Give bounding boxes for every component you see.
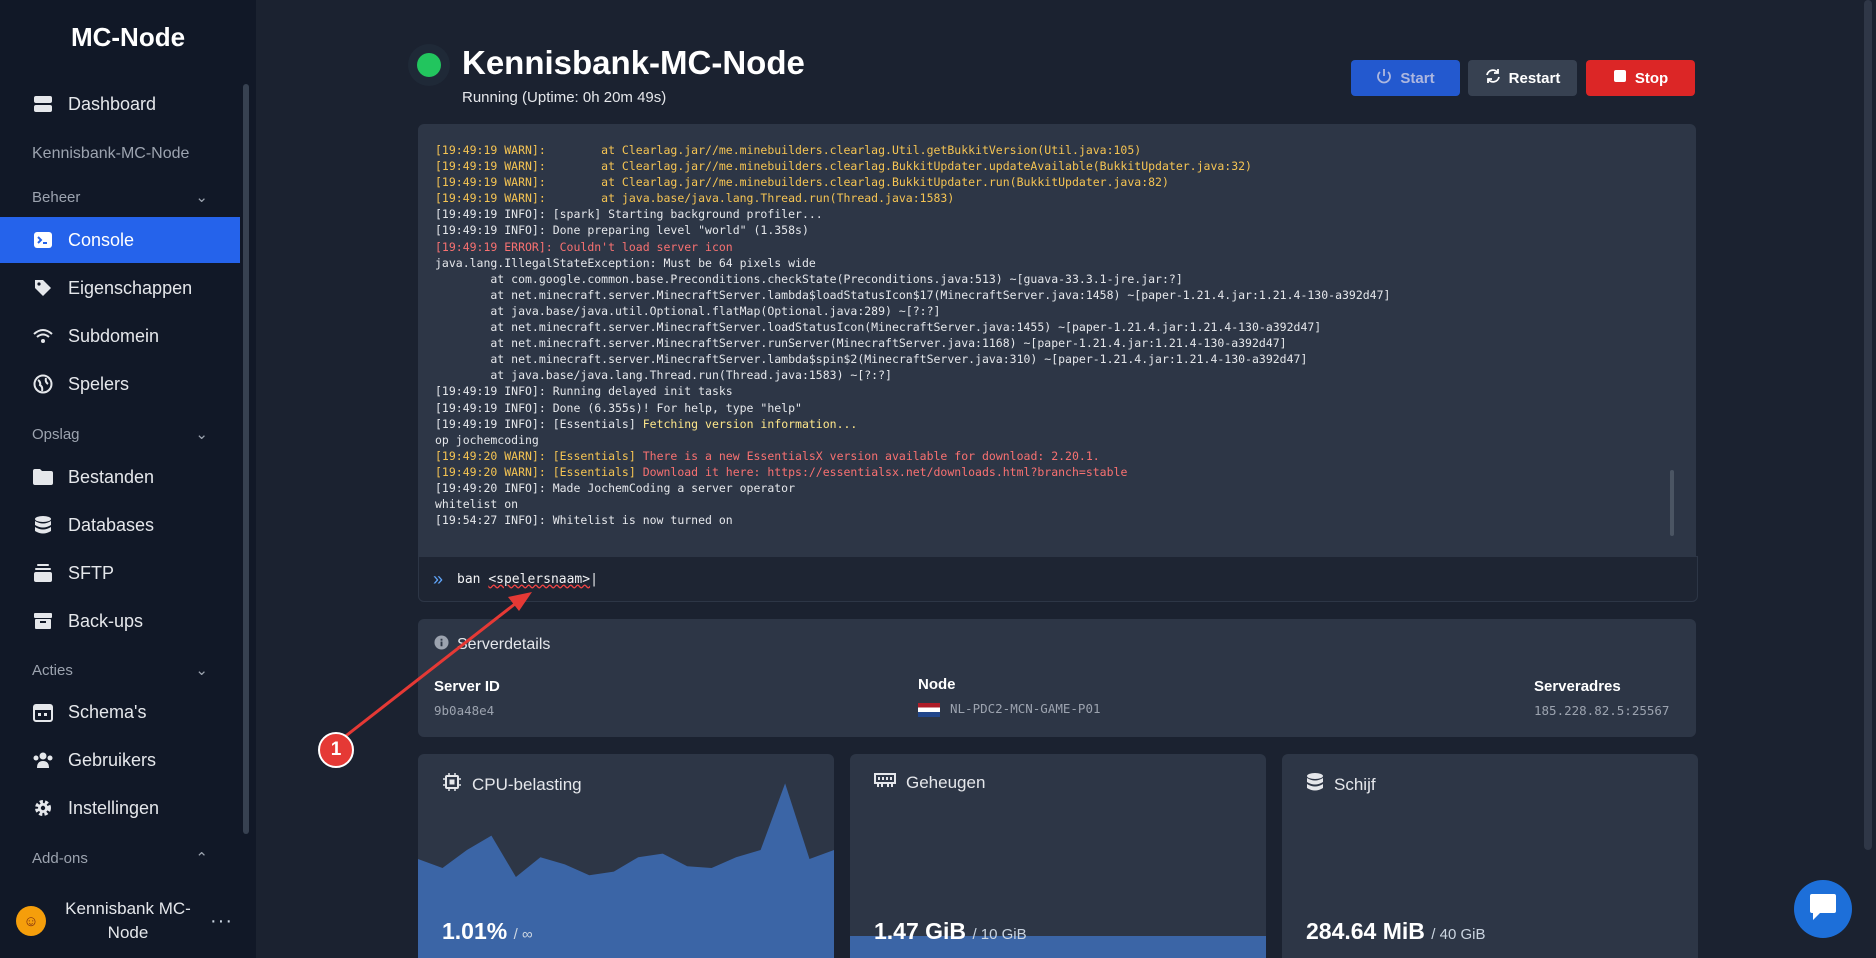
chat-button[interactable] <box>1794 880 1852 938</box>
page-scrollbar[interactable] <box>1864 0 1872 850</box>
annotation-arrow <box>337 592 532 744</box>
annotation-badge: 1 <box>318 732 354 768</box>
chat-icon <box>1808 893 1838 926</box>
